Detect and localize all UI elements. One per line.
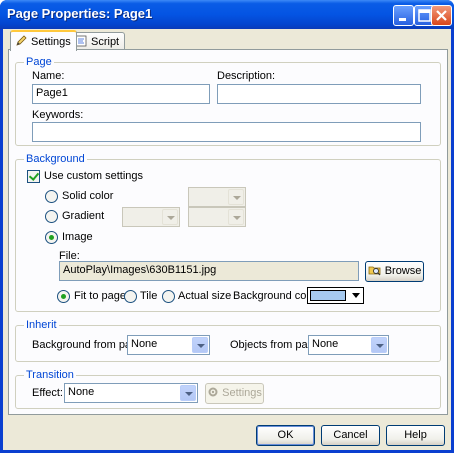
transition-group: Transition Effect: None Settings — [15, 369, 441, 409]
tile-radio[interactable] — [124, 290, 137, 303]
settings-panel: Page Name: Page1 Description: Keywords: … — [8, 49, 448, 415]
actual-size-label: Actual size — [178, 290, 232, 302]
background-group: Background Use custom settings Solid col… — [15, 153, 441, 312]
effect-label: Effect: — [32, 387, 63, 399]
tile-label: Tile — [140, 290, 158, 302]
background-color-picker[interactable] — [307, 287, 364, 304]
ok-button[interactable]: OK — [256, 425, 315, 446]
page-group: Page Name: Page1 Description: Keywords: — [15, 56, 441, 146]
tab-settings-label: Settings — [31, 36, 71, 48]
background-from-value: None — [131, 338, 158, 350]
background-color-swatch — [310, 290, 346, 301]
transition-settings-button[interactable]: Settings — [205, 383, 264, 404]
keywords-label: Keywords: — [32, 109, 84, 121]
window-title: Page Properties: Page1 — [7, 6, 153, 21]
objects-from-select[interactable]: None — [308, 335, 389, 355]
background-group-legend: Background — [24, 153, 87, 165]
close-icon — [436, 10, 447, 21]
browse-button[interactable]: Browse — [365, 261, 424, 282]
chevron-down-icon — [228, 209, 244, 225]
minimize-icon — [399, 18, 406, 21]
file-path-field[interactable]: AutoPlay\Images\630B1151.jpg — [59, 261, 359, 281]
fit-to-page-radio[interactable] — [57, 290, 70, 303]
name-field[interactable]: Page1 — [32, 84, 210, 104]
image-radio[interactable] — [45, 231, 58, 244]
pencil-icon — [16, 35, 27, 46]
chevron-down-icon — [352, 293, 360, 298]
inherit-group-legend: Inherit — [24, 319, 59, 331]
dialog-client-area: Settings Script Page Name: Page1 Descrip… — [3, 29, 451, 450]
title-bar[interactable]: Page Properties: Page1 — [0, 0, 454, 29]
chevron-down-icon — [180, 385, 196, 401]
minimize-button[interactable] — [393, 5, 414, 26]
chevron-down-icon — [228, 189, 244, 205]
gear-icon — [208, 387, 218, 397]
transition-group-legend: Transition — [24, 369, 76, 381]
gradient-end-picker[interactable] — [188, 207, 246, 227]
effect-value: None — [68, 386, 95, 398]
browse-icon — [368, 266, 381, 276]
help-button[interactable]: Help — [386, 425, 445, 446]
gradient-label: Gradient — [62, 210, 105, 222]
use-custom-checkbox[interactable] — [27, 170, 40, 183]
description-field[interactable] — [217, 84, 421, 104]
objects-from-value: None — [312, 338, 339, 350]
description-label: Description: — [217, 70, 276, 82]
inherit-group: Inherit Background from page: None Objec… — [15, 319, 441, 362]
tab-script[interactable]: Script — [70, 32, 126, 50]
transition-settings-label: Settings — [222, 387, 262, 399]
actual-size-radio[interactable] — [162, 290, 175, 303]
page-group-legend: Page — [24, 56, 54, 68]
background-from-select[interactable]: None — [127, 335, 210, 355]
use-custom-label: Use custom settings — [44, 170, 144, 182]
keywords-field[interactable] — [32, 122, 421, 142]
dialog-window: Page Properties: Page1 Settings Script P… — [0, 0, 454, 453]
tab-settings[interactable]: Settings — [10, 30, 77, 51]
close-button[interactable] — [431, 5, 452, 26]
gradient-start-picker[interactable] — [122, 207, 180, 227]
gradient-radio[interactable] — [45, 210, 58, 223]
tab-script-label: Script — [91, 36, 120, 48]
solid-color-radio[interactable] — [45, 190, 58, 203]
solid-color-label: Solid color — [62, 190, 114, 202]
cancel-button[interactable]: Cancel — [321, 425, 380, 446]
browse-label: Browse — [384, 265, 422, 277]
script-icon — [75, 35, 87, 47]
name-label: Name: — [32, 70, 65, 82]
effect-select[interactable]: None — [64, 383, 198, 403]
chevron-down-icon — [162, 209, 178, 225]
fit-to-page-label: Fit to page — [74, 290, 126, 302]
chevron-down-icon — [371, 337, 387, 353]
image-label: Image — [62, 231, 93, 243]
chevron-down-icon — [192, 337, 208, 353]
solid-color-picker[interactable] — [188, 187, 246, 207]
